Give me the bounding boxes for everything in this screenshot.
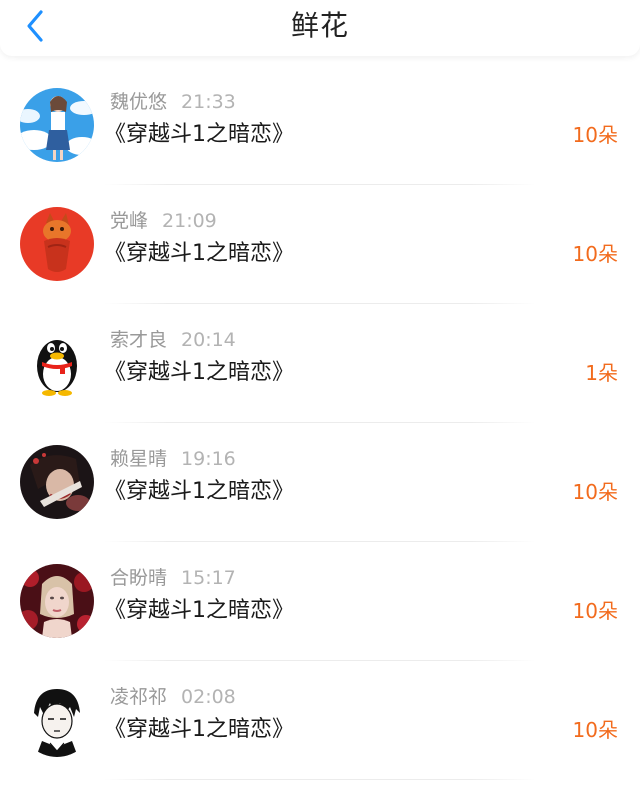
user-name: 索才良 20:14 bbox=[110, 329, 236, 351]
avatar[interactable] bbox=[20, 207, 94, 281]
avatar[interactable] bbox=[20, 326, 94, 400]
timestamp: 02:08 bbox=[181, 686, 236, 708]
page-title: 鲜花 bbox=[290, 9, 349, 42]
divider bbox=[104, 779, 536, 780]
flower-count: 10朵 bbox=[572, 123, 618, 147]
book-title: 《穿越斗1之暗恋》 bbox=[104, 717, 294, 742]
user-name: 党峰 21:09 bbox=[110, 210, 217, 232]
user-name: 赖星晴 19:16 bbox=[110, 448, 236, 470]
avatar[interactable] bbox=[20, 88, 94, 162]
list-item[interactable]: 合盼晴 15:17 《穿越斗1之暗恋》 10朵 bbox=[0, 542, 640, 661]
woman-with-roses-avatar bbox=[20, 564, 94, 638]
flower-count: 10朵 bbox=[572, 718, 618, 742]
timestamp: 21:09 bbox=[162, 210, 217, 232]
list-item[interactable]: 党峰 21:09 《穿越斗1之暗恋》 10朵 bbox=[0, 185, 640, 304]
flower-count: 10朵 bbox=[572, 480, 618, 504]
timestamp: 19:16 bbox=[181, 448, 236, 470]
user-name: 合盼晴 15:17 bbox=[110, 567, 236, 589]
anime-boy-avatar bbox=[20, 683, 94, 757]
timestamp: 21:33 bbox=[181, 91, 236, 113]
timestamp: 15:17 bbox=[181, 567, 236, 589]
book-title: 《穿越斗1之暗恋》 bbox=[104, 241, 294, 266]
user-name: 凌祁祁 02:08 bbox=[110, 686, 236, 708]
book-title: 《穿越斗1之暗恋》 bbox=[104, 360, 294, 385]
user-name: 魏优悠 21:33 bbox=[110, 91, 236, 113]
book-title: 《穿越斗1之暗恋》 bbox=[104, 122, 294, 147]
girl-with-clouds-avatar bbox=[20, 88, 94, 162]
flower-count: 1朵 bbox=[585, 361, 618, 385]
list-item[interactable]: 凌祁祁 02:08 《穿越斗1之暗恋》 10朵 bbox=[0, 661, 640, 780]
book-title: 《穿越斗1之暗恋》 bbox=[104, 479, 294, 504]
list-item[interactable]: 索才良 20:14 《穿越斗1之暗恋》 1朵 bbox=[0, 304, 640, 423]
timestamp: 20:14 bbox=[181, 329, 236, 351]
flower-count: 10朵 bbox=[572, 242, 618, 266]
avatar[interactable] bbox=[20, 683, 94, 757]
list-item[interactable]: 魏优悠 21:33 《穿越斗1之暗恋》 10朵 bbox=[0, 66, 640, 185]
gift-list: 魏优悠 21:33 《穿越斗1之暗恋》 10朵 党峰 21:09 《穿越斗1之暗恋》… bbox=[0, 66, 640, 780]
top-bar: 鲜花 bbox=[0, 0, 640, 56]
avatar[interactable] bbox=[20, 445, 94, 519]
list-item[interactable]: 赖星晴 19:16 《穿越斗1之暗恋》 10朵 bbox=[0, 423, 640, 542]
avatar[interactable] bbox=[20, 564, 94, 638]
penguin-avatar bbox=[20, 326, 94, 400]
flower-count: 10朵 bbox=[572, 599, 618, 623]
book-title: 《穿越斗1之暗恋》 bbox=[104, 598, 294, 623]
dark-portrait-avatar bbox=[20, 445, 94, 519]
red-fox-figure-avatar bbox=[20, 207, 94, 281]
